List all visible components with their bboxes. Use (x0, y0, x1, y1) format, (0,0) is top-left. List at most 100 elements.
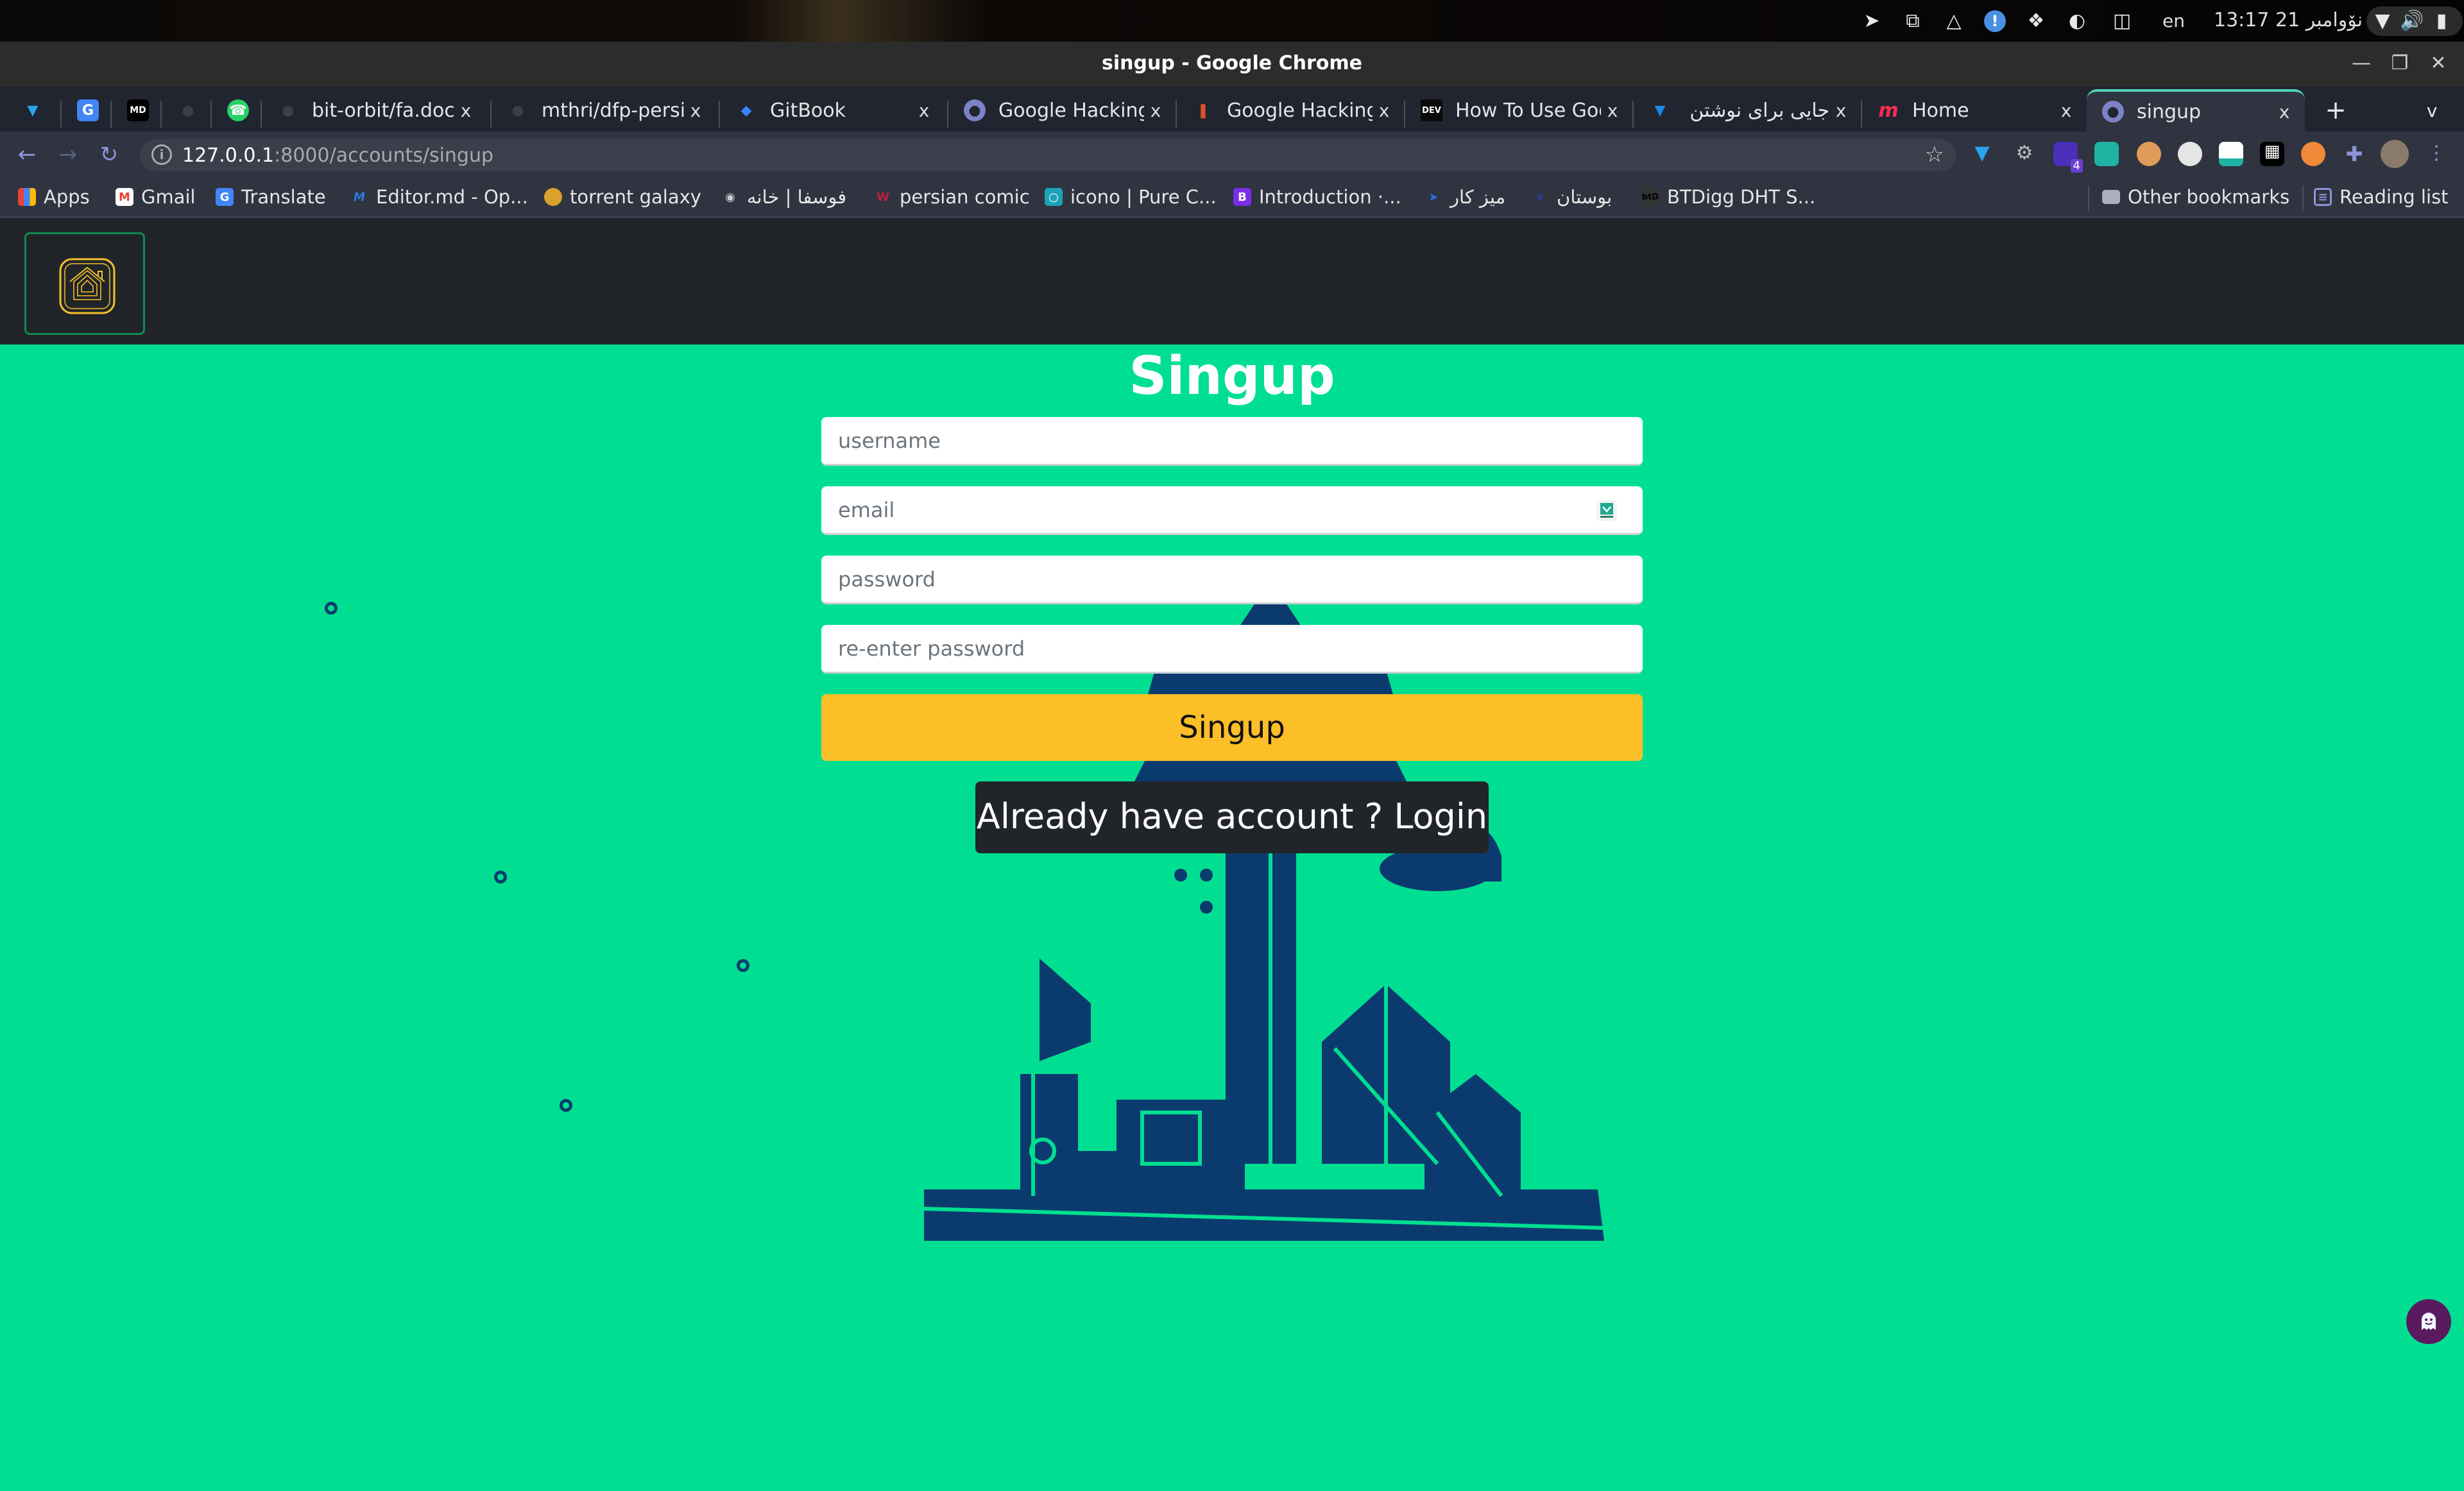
bookmark-desk[interactable]: ➤ میز کار (1425, 185, 1505, 209)
tempmail-icon[interactable] (2219, 142, 2243, 166)
bookmark-btdigg[interactable]: btD BTDigg DHT S... (1641, 185, 1815, 209)
url-text[interactable]: 127.0.0.1:8000/accounts/singup (182, 144, 493, 167)
telegram-icon[interactable]: ➤ (1861, 10, 1883, 32)
bookmark-gmail[interactable]: M Gmail (116, 185, 196, 209)
bookmark-persian-comic[interactable]: Wpersian comic (874, 185, 1030, 209)
bookmark-translate[interactable]: G Translate (216, 185, 326, 209)
bookmark-label: فوسفا | خانه (747, 186, 847, 208)
markdown-icon: MD (127, 99, 149, 121)
home-logo-icon (59, 258, 116, 314)
site-info-icon[interactable]: i (151, 144, 172, 165)
bookmark-boostan[interactable]: ❦ بوستان (1531, 185, 1612, 209)
tab-label: mthri/dfp-persia (542, 99, 684, 122)
tab[interactable]: ● bit-orbit/fa.doc.r x (262, 89, 486, 132)
tab[interactable]: m Home x (1862, 89, 2087, 132)
close-tab-icon[interactable]: x (2055, 100, 2078, 121)
reload-button[interactable]: ↻ (95, 141, 123, 169)
username-input[interactable] (821, 417, 1643, 464)
bookmark-icono[interactable]: ○ icono | Pure C... (1045, 185, 1217, 209)
close-tab-icon[interactable]: x (1829, 100, 1852, 121)
new-tab-button[interactable]: + (2316, 89, 2355, 132)
tab-active[interactable]: ● singup x (2087, 89, 2305, 132)
gears-icon[interactable]: ⚙ (2012, 142, 2037, 166)
tempmail-autofill-icon[interactable] (1596, 500, 1617, 521)
restore-button[interactable]: ❐ (2387, 51, 2413, 76)
password-input[interactable] (821, 556, 1643, 602)
other-bookmarks[interactable]: Other bookmarks (2102, 185, 2289, 209)
close-tab-icon[interactable]: x (684, 100, 707, 121)
bookmark-bootstrap[interactable]: B Introduction ·... (1233, 185, 1401, 209)
tab[interactable]: DEV How To Use Goo x (1405, 89, 1633, 132)
whatsapp-icon: ☎ (227, 99, 249, 121)
home-logo-button[interactable] (24, 232, 145, 335)
tab[interactable]: ● mthri/dfp-persia x (492, 89, 716, 132)
page-title: Singup (1129, 346, 1335, 407)
maps-pin-icon[interactable]: ▼ (1970, 142, 1994, 166)
virgool-icon: ▼ (1654, 102, 1666, 119)
google-translate-icon: G (216, 188, 234, 206)
folder-icon (2102, 190, 2120, 204)
minimize-button[interactable]: — (2348, 51, 2374, 76)
back-button[interactable]: ← (13, 141, 41, 169)
tab-pinned-whatsapp[interactable]: ☎ (212, 89, 262, 132)
cookie-icon[interactable] (2301, 142, 2325, 166)
signup-submit-button[interactable]: Singup (821, 694, 1643, 761)
decor-dot (325, 602, 338, 615)
close-tab-icon[interactable]: x (912, 100, 936, 121)
m-logo-icon: m (1878, 99, 1899, 122)
reenter-password-input[interactable] (821, 625, 1643, 672)
status-menu[interactable]: ▼ 🔊 ▮ (2366, 6, 2463, 36)
close-tab-icon[interactable]: x (2273, 101, 2296, 123)
keyboard-language[interactable]: en (2162, 10, 2185, 31)
github-icon: ● (182, 102, 194, 119)
dropbox-icon[interactable]: ❖ (2025, 10, 2047, 32)
tab-pinned-markdown[interactable]: MD (112, 89, 162, 132)
screen-share-icon[interactable]: ⧉ (1902, 10, 1924, 32)
bookmark-torrent-galaxy[interactable]: torrent galaxy (544, 185, 701, 209)
save-icon[interactable] (2094, 142, 2119, 166)
stacks-icon[interactable]: 4 (2053, 142, 2083, 173)
close-tab-icon[interactable]: x (1601, 100, 1624, 121)
bookmark-fossfa[interactable]: ◉ فوسفا | خانه (721, 185, 846, 209)
github-icon: ● (511, 102, 524, 119)
bookmark-editor-md[interactable]: M Editor.md - Op... (350, 185, 528, 209)
clipboard-icon[interactable]: ◫ (2111, 10, 2133, 32)
editor-md-icon: M (354, 190, 365, 204)
ghostery-float-button[interactable] (2406, 1299, 2451, 1344)
close-tab-icon[interactable]: x (1373, 100, 1396, 121)
ghostery-icon[interactable] (2178, 142, 2202, 166)
close-tab-icon[interactable]: x (1144, 100, 1167, 121)
close-tab-icon[interactable]: x (454, 100, 477, 121)
tab-pinned-translate[interactable]: G (62, 89, 112, 132)
profile-avatar[interactable] (2381, 140, 2409, 168)
chrome-menu-icon[interactable]: ⋮ (2424, 142, 2449, 166)
tab[interactable]: ❚ Google Hacking: x (1177, 89, 1405, 132)
tab[interactable]: ● Google Hacking x (948, 89, 1176, 132)
boostan-icon: ❦ (1535, 190, 1545, 204)
forward-button[interactable]: → (54, 141, 82, 169)
tab-search-button[interactable]: v (2413, 89, 2451, 132)
puzzle-icon[interactable]: ✚ (2342, 142, 2366, 166)
alert-icon[interactable]: ! (1984, 10, 2006, 32)
clock[interactable]: 13:17 21 نۆوامبر (2214, 9, 2363, 31)
address-bar[interactable]: i 127.0.0.1:8000/accounts/singup ☆ (140, 139, 1956, 171)
trash-icon[interactable]: ▦ (2260, 142, 2284, 166)
bookmark-star-icon[interactable]: ☆ (1925, 142, 1944, 167)
app-navbar (0, 218, 2464, 345)
close-window-button[interactable]: ✕ (2426, 51, 2451, 76)
reading-list[interactable]: ≡ Reading list (2314, 185, 2449, 209)
contrast-icon[interactable]: ◐ (2066, 10, 2088, 32)
tab[interactable]: ◆ GitBook x (720, 89, 945, 132)
tab-pinned-github[interactable]: ● (162, 89, 212, 132)
google-translate-icon: G (77, 99, 99, 121)
vlc-icon[interactable]: △ (1943, 10, 1965, 32)
bookmark-label: Other bookmarks (2128, 186, 2290, 208)
fossfa-icon: ◉ (725, 190, 735, 204)
email-input[interactable] (821, 486, 1643, 533)
tab-pinned-maps[interactable]: ▼ (6, 89, 56, 132)
nerd-icon[interactable] (2137, 142, 2161, 166)
tab-label: جایی برای نوشتن (1690, 99, 1829, 122)
tab[interactable]: ▼ جایی برای نوشتن x (1634, 89, 1861, 132)
login-link[interactable]: Already have account ? Login (975, 781, 1489, 853)
bookmark-apps[interactable]: Apps (18, 185, 90, 209)
